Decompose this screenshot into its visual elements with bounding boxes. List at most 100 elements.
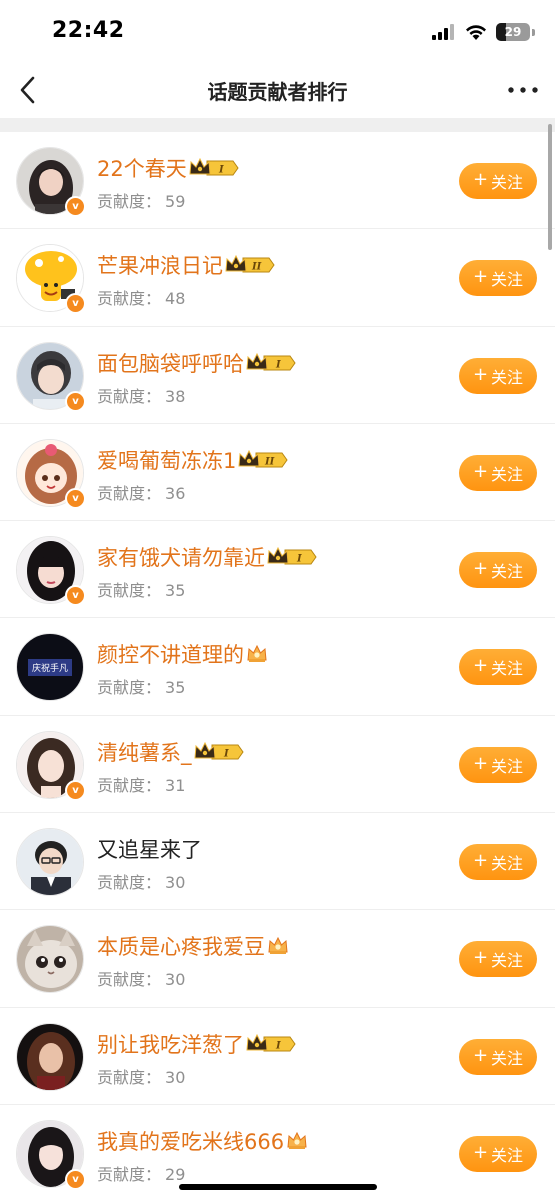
user-name[interactable]: 22个春天 [97,153,187,183]
follow-button[interactable]: + 关注 [459,454,537,491]
list-item[interactable]: 别让我吃洋葱了 I 贡献度： 30 + 关注 [0,1008,555,1105]
score-label: 贡献度： [97,678,162,698]
svg-text:I: I [275,359,281,370]
plus-icon: + [472,752,489,774]
avatar[interactable] [16,925,84,994]
list-item[interactable]: v 清纯薯系_ I 贡献度： 31 + 关注 [0,716,555,814]
name-line: 我真的爱吃米线666 [97,1127,308,1155]
list-item[interactable]: v 芒果冲浪日记 II 贡献度： 48 + 关注 [0,229,555,327]
user-name[interactable]: 颜控不讲道理的 [97,639,244,669]
status-bar: 22:42 29 [0,0,555,62]
verified-icon: v [65,1168,86,1190]
crown-level-2-icon: II [225,254,275,276]
home-indicator[interactable] [179,1184,377,1190]
contribution-score: 贡献度： 35 [97,577,185,601]
plus-icon: + [472,655,489,677]
crown-level-1-icon: I [193,741,244,763]
score-label: 贡献度： [97,192,162,211]
nav-bar: 话题贡献者排行 [0,62,555,118]
user-name[interactable]: 又追星来了 [97,834,202,864]
avatar[interactable] [16,1022,84,1091]
contribution-score: 贡献度： 30 [97,869,185,893]
user-name[interactable]: 家有饿犬请勿靠近 [97,542,265,572]
section-separator [0,118,555,132]
follow-button[interactable]: + 关注 [459,844,537,881]
avatar[interactable]: v [16,438,86,509]
verified-icon: v [65,390,86,412]
contribution-score: 贡献度： 36 [97,480,185,504]
follow-label: 关注 [491,951,524,971]
contribution-score: 贡献度： 38 [97,383,185,407]
follow-label: 关注 [491,562,524,582]
user-name[interactable]: 面包脑袋呼呼哈 [97,348,244,378]
list-item[interactable]: 又追星来了 贡献度： 30 + 关注 [0,813,555,911]
verified-icon: v [65,196,86,217]
crown-level-2-icon: II [238,449,288,471]
user-name[interactable]: 别让我吃洋葱了 [97,1029,244,1059]
crown-level-1-icon: I [246,1033,296,1055]
list-item[interactable]: v 家有饿犬请勿靠近 I 贡献度： 35 + 关注 [0,521,555,619]
wifi-icon [466,25,486,40]
follow-button[interactable]: + 关注 [459,163,537,199]
follow-button[interactable]: + 关注 [459,1135,537,1172]
list-item[interactable]: v 面包脑袋呼呼哈 I 贡献度： 38 + 关注 [0,327,555,424]
avatar-image [16,828,84,897]
follow-button[interactable]: + 关注 [459,746,537,783]
score-value: 36 [165,483,186,503]
score-value: 38 [165,386,186,406]
verified-icon: v [65,487,86,509]
list-item[interactable]: 本质是心疼我爱豆 贡献度： 30 + 关注 [0,910,555,1008]
contribution-score: 贡献度： 31 [97,772,185,796]
score-value: 35 [165,678,186,698]
avatar[interactable] [16,828,84,897]
page-title: 话题贡献者排行 [207,80,348,104]
score-value: 29 [165,1164,186,1184]
follow-button[interactable]: + 关注 [459,357,537,394]
plus-icon: + [472,558,489,580]
score-label: 贡献度： [97,581,162,601]
list-item[interactable]: 庆祝手凡 颜控不讲道理的 贡献度： 35 + 关注 [0,618,555,716]
contribution-score: 贡献度： 29 [97,1161,185,1185]
follow-label: 关注 [491,854,524,874]
score-value: 59 [165,192,186,211]
avatar[interactable]: v [16,244,86,315]
avatar[interactable]: v [16,341,86,412]
list-item[interactable]: v 爱喝葡萄冻冻1 II 贡献度： 36 + 关注 [0,424,555,522]
battery-level: 29 [504,25,522,39]
status-time: 22:42 [52,18,125,43]
plus-icon: + [472,169,489,190]
verified-icon: v [65,293,86,315]
name-line: 面包脑袋呼呼哈 I [97,349,296,377]
user-name[interactable]: 爱喝葡萄冻冻1 [97,445,236,475]
name-line: 家有饿犬请勿靠近 I [97,543,317,571]
follow-label: 关注 [491,270,524,290]
plus-icon: + [472,1044,489,1066]
contribution-score: 贡献度： 30 [97,1064,185,1088]
score-value: 30 [165,970,186,990]
follow-button[interactable]: + 关注 [459,1038,537,1075]
follow-button[interactable]: + 关注 [459,649,537,686]
follow-label: 关注 [491,659,524,679]
avatar[interactable]: v [16,147,86,217]
follow-button[interactable]: + 关注 [459,941,537,978]
score-label: 贡献度： [97,289,162,309]
avatar[interactable]: v [16,730,86,801]
avatar[interactable]: v [16,1119,86,1190]
avatar[interactable]: 庆祝手凡 [16,633,84,702]
contribution-score: 贡献度： 35 [97,674,185,698]
avatar-image [16,1022,84,1091]
user-name[interactable]: 我真的爱吃米线666 [97,1126,284,1156]
more-options-button[interactable] [501,70,545,110]
avatar[interactable]: v [16,536,86,607]
user-name[interactable]: 本质是心疼我爱豆 [97,931,265,961]
follow-button[interactable]: + 关注 [459,552,537,589]
list-item[interactable]: v 22个春天 I 贡献度： 59 + 关注 [0,132,555,230]
score-label: 贡献度： [97,970,162,990]
follow-button[interactable]: + 关注 [459,260,537,297]
scrollbar[interactable] [548,124,552,250]
score-value: 35 [165,581,186,601]
user-name[interactable]: 芒果冲浪日记 [97,250,223,280]
name-line: 别让我吃洋葱了 I [97,1030,296,1058]
user-name[interactable]: 清纯薯系_ [97,737,192,767]
score-label: 贡献度： [97,775,162,795]
